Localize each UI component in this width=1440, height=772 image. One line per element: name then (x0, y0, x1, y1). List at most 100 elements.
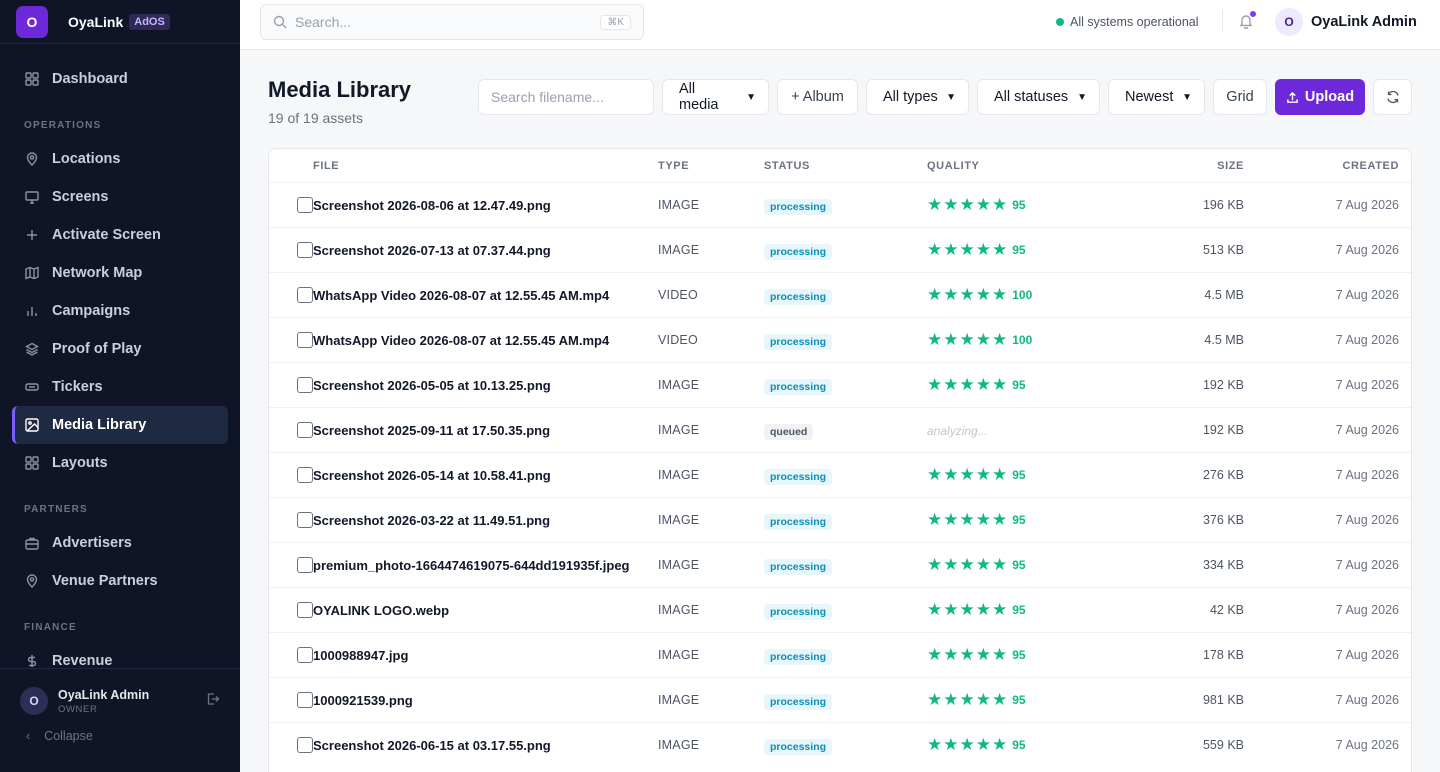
upload-button[interactable]: Upload (1275, 79, 1365, 115)
media-table: FILE TYPE STATUS QUALITY SIZE CREATED Sc… (268, 148, 1412, 772)
row-checkbox[interactable] (297, 332, 313, 348)
sidebar-item-locations[interactable]: Locations (12, 140, 228, 178)
row-select[interactable] (269, 422, 313, 438)
row-checkbox[interactable] (297, 737, 313, 753)
table-row[interactable]: premium_photo-1664474619075-644dd191935f… (269, 542, 1411, 587)
table-row[interactable]: WhatsApp Video 2026-08-07 at 12.55.45 AM… (269, 317, 1411, 362)
col-created[interactable]: CREATED (1342, 160, 1399, 172)
created-date: 7 Aug 2026 (1335, 738, 1399, 752)
table-row[interactable]: Screenshot 2026-06-15 at 03.17.55.png IMA… (269, 722, 1411, 767)
collapse-button[interactable]: ‹ Collapse (0, 715, 240, 743)
row-select[interactable] (269, 332, 313, 348)
row-checkbox[interactable] (297, 512, 313, 528)
file-size: 334 KB (1202, 558, 1244, 572)
media-filter-value: All media (679, 81, 719, 113)
table-row[interactable]: OYALINK LOGO.webp IMAGE processing ★ ★ ★ ★ ★ 95 4… (269, 587, 1411, 632)
logout-icon[interactable] (206, 692, 220, 711)
table-row[interactable]: Screenshot 2026-05-05 at 10.13.25.png IMA… (269, 362, 1411, 407)
sidebar-item-dashboard[interactable]: Dashboard (12, 60, 228, 98)
table-row[interactable]: 1000988947.jpg IMAGE processing ★ ★ ★ ★ ★ 95 178 … (269, 632, 1411, 677)
sidebar-item-media-library[interactable]: Media Library (12, 406, 228, 444)
grid-view-button[interactable]: Grid (1213, 79, 1267, 115)
file-name[interactable]: Screenshot 2026-03-22 at 11.49.51.png (313, 513, 550, 528)
sidebar-item-venue-partners[interactable]: Venue Partners (12, 562, 228, 600)
sort-select[interactable]: Newest ▼ (1108, 79, 1205, 115)
table-row[interactable]: Screenshot 2026-07-13 at 07.37.44.png IMA… (269, 227, 1411, 272)
status-filter-select[interactable]: All statuses ▼ (977, 79, 1100, 115)
row-checkbox[interactable] (297, 377, 313, 393)
row-checkbox[interactable] (297, 242, 313, 258)
row-select[interactable] (269, 287, 313, 303)
file-name[interactable]: 1000988947.jpg (313, 648, 408, 663)
file-name[interactable]: Screenshot 2026-07-13 at 07.37.44.png (313, 243, 551, 258)
file-name[interactable]: WhatsApp Video 2026-08-07 at 12.55.45 AM… (313, 288, 609, 303)
sidebar-item-advertisers[interactable]: Advertisers (12, 524, 228, 562)
row-select[interactable] (269, 647, 313, 663)
sidebar-item-screens[interactable]: Screens (12, 178, 228, 216)
file-name[interactable]: 1000921539.png (313, 693, 413, 708)
sidebar-item-label: Dashboard (52, 71, 128, 87)
row-select[interactable] (269, 602, 313, 618)
col-status[interactable]: STATUS (764, 160, 810, 172)
file-name[interactable]: Screenshot 2026-08-06 at 12.47.49.png (313, 198, 551, 213)
row-checkbox[interactable] (297, 467, 313, 483)
star-icon: ★ (943, 735, 959, 754)
row-checkbox[interactable] (297, 692, 313, 708)
table-row[interactable]: Screenshot 2026-08-06 at 12.47.49.png IMA… (269, 182, 1411, 227)
file-name[interactable]: WhatsApp Video 2026-08-07 at 12.55.45 AM… (313, 333, 609, 348)
sidebar-item-activate-screen[interactable]: Activate Screen (12, 216, 228, 254)
file-type: IMAGE (658, 423, 700, 437)
table-row[interactable]: 1000921539.png IMAGE processing ★ ★ ★ ★ ★ 95 981 … (269, 677, 1411, 722)
sidebar-item-proof-of-play[interactable]: Proof of Play (12, 330, 228, 368)
sidebar-item-layouts[interactable]: Layouts (12, 444, 228, 482)
file-name[interactable]: OYALINK LOGO.webp (313, 603, 449, 618)
file-type: IMAGE (658, 648, 700, 662)
row-checkbox[interactable] (297, 287, 313, 303)
sidebar-item-campaigns[interactable]: Campaigns (12, 292, 228, 330)
table-row[interactable]: WhatsApp Video 2026-08-07 at 12.55.45 AM… (269, 272, 1411, 317)
type-filter-select[interactable]: All types ▼ (866, 79, 969, 115)
file-name[interactable]: Screenshot 2026-05-05 at 10.13.25.png (313, 378, 551, 393)
section-operations: OPERATIONS (24, 120, 102, 131)
file-type: VIDEO (658, 288, 698, 302)
file-name[interactable]: Screenshot 2026-06-15 at 03.17.55.png (313, 738, 551, 753)
row-select[interactable] (269, 197, 313, 213)
row-select[interactable] (269, 467, 313, 483)
add-album-button[interactable]: + Album (777, 79, 858, 115)
row-select[interactable] (269, 557, 313, 573)
col-quality[interactable]: QUALITY (927, 160, 979, 172)
brand-logo[interactable]: O (16, 5, 48, 38)
file-name[interactable]: Screenshot 2025-09-11 at 17.50.35.png (313, 423, 550, 438)
table-row[interactable]: Screenshot 2025-09-11 at 17.50.35.png IMA… (269, 407, 1411, 452)
col-type[interactable]: TYPE (658, 160, 689, 172)
row-select[interactable] (269, 377, 313, 393)
row-select[interactable] (269, 242, 313, 258)
row-checkbox[interactable] (297, 602, 313, 618)
sidebar-item-tickers[interactable]: Tickers (12, 368, 228, 406)
col-size[interactable]: SIZE (1217, 160, 1244, 172)
filename-search[interactable] (478, 79, 654, 115)
global-search[interactable]: ⌘K (260, 4, 644, 40)
media-filter-select[interactable]: All media ▼ (662, 79, 769, 115)
row-select[interactable] (269, 692, 313, 708)
table-row[interactable]: Screenshot 2026-05-14 at 10.58.41.png IMA… (269, 452, 1411, 497)
table-row[interactable]: Screenshot 2026-03-22 at 11.49.51.png IMA… (269, 497, 1411, 542)
row-checkbox[interactable] (297, 647, 313, 663)
quality-score: 100 (1012, 333, 1033, 347)
row-select[interactable] (269, 512, 313, 528)
row-checkbox[interactable] (297, 197, 313, 213)
bell-icon[interactable] (1238, 11, 1256, 34)
col-file[interactable]: FILE (313, 160, 339, 172)
row-select[interactable] (269, 737, 313, 753)
row-checkbox[interactable] (297, 557, 313, 573)
row-checkbox[interactable] (297, 422, 313, 438)
filename-search-input[interactable] (479, 89, 653, 105)
file-name[interactable]: Screenshot 2026-05-14 at 10.58.41.png (313, 468, 551, 483)
refresh-button[interactable] (1373, 79, 1412, 115)
sidebar-item-network-map[interactable]: Network Map (12, 254, 228, 292)
search-input[interactable] (295, 14, 601, 30)
status-filter-value: All statuses (994, 89, 1069, 105)
avatar[interactable]: O (20, 687, 48, 715)
user-menu[interactable]: O OyaLink Admin (1275, 8, 1417, 36)
file-name[interactable]: premium_photo-1664474619075-644dd191935f… (313, 558, 630, 573)
